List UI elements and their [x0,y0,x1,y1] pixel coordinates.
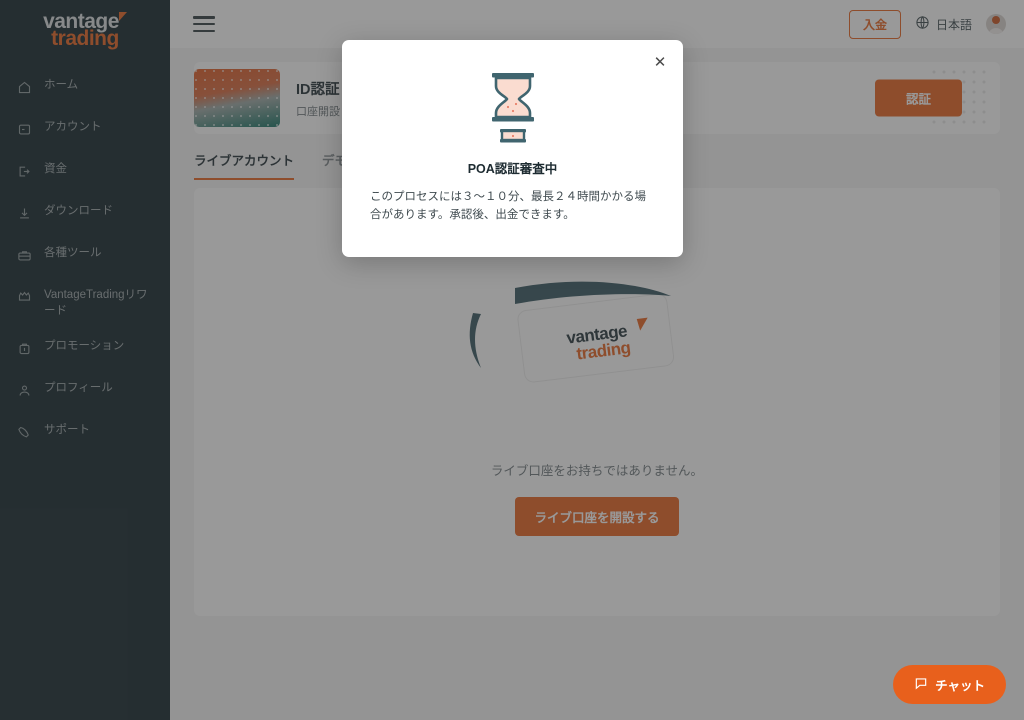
modal-description: このプロセスには３〜１０分、最長２４時間かかる場合があります。承認後、出金できま… [370,191,646,221]
close-icon[interactable]: ✕ [652,55,668,71]
poa-review-modal: ✕ POA認証審査中 このプロセスには３〜１０分、最長２４時間かかる場合がありま… [342,40,683,257]
modal-title: POA認証審査中 [467,162,558,176]
hourglass-icon [491,73,534,143]
app-root: vantage trading ホーム アカウント [0,0,1024,720]
chat-button[interactable]: チャット [893,665,1006,704]
modal-body: POA認証審査中 このプロセスには３〜１０分、最長２４時間かかる場合があります。… [342,40,683,225]
chat-label: チャット [935,679,985,693]
chat-bubble-icon [914,676,928,693]
